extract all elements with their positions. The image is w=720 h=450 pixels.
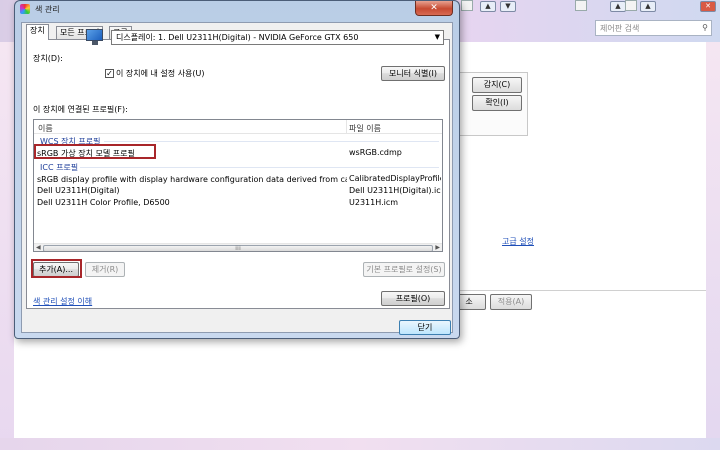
profile-list[interactable]: 이름 파일 이름 WCS 장치 프로필 sRGB 가상 장치 모델 프로필 ws… xyxy=(33,119,443,252)
list-item-file[interactable]: U2311H.icm xyxy=(349,198,441,207)
learn-color-settings-link[interactable]: 색 관리 설정 이해 xyxy=(33,296,92,307)
desktop-edge xyxy=(0,42,14,450)
list-item-file[interactable]: CalibratedDisplayProfile-3.icc xyxy=(349,174,441,183)
chevron-down-icon: ▼ xyxy=(434,33,440,41)
column-file[interactable]: 파일 이름 xyxy=(349,123,381,134)
desktop-edge xyxy=(0,438,720,450)
column-name[interactable]: 이름 xyxy=(38,123,53,134)
scroll-thumb[interactable]: ⁞⁞⁞ xyxy=(43,245,433,251)
checkbox-checked-icon[interactable]: ✓ xyxy=(105,69,114,78)
advanced-settings-link[interactable]: 고급 설정 xyxy=(502,236,534,247)
close-dialog-button[interactable]: ✕ xyxy=(415,1,453,16)
color-management-icon xyxy=(20,4,30,14)
dialog-title: 색 관리 xyxy=(35,5,60,14)
detect-button[interactable]: 감지(C) xyxy=(472,77,522,93)
group-header-icc: ICC 프로필 xyxy=(40,163,79,172)
search-input[interactable]: 제어판 검색 ⚲ xyxy=(595,20,712,36)
folder-icon[interactable] xyxy=(575,0,587,11)
divider xyxy=(458,290,706,291)
title-button[interactable]: ▲ xyxy=(480,1,496,12)
scroll-left-icon[interactable]: ◀ xyxy=(36,244,41,251)
color-management-dialog: 색 관리 ✕ 장치 모든 프로필 고급 장치(D): 디스플레이: 1. Del… xyxy=(14,0,460,339)
device-select[interactable]: 디스플레이: 1. Dell U2311H(Digital) - NVIDIA … xyxy=(111,30,444,45)
scroll-right-icon[interactable]: ▶ xyxy=(435,244,440,251)
use-settings-checkbox[interactable]: ✓ 이 장치에 내 설정 사용(U) xyxy=(105,68,205,79)
list-item-name[interactable]: sRGB display profile with display hardwa… xyxy=(37,174,347,185)
set-default-button[interactable]: 기본 프로필로 설정(S) xyxy=(363,262,445,277)
device-label: 장치(D): xyxy=(33,54,63,63)
apply-button[interactable]: 적용(A) xyxy=(490,294,532,310)
profiles-label: 이 장치에 연결된 프로필(F): xyxy=(33,105,128,114)
tab-devices[interactable]: 장치 xyxy=(26,24,49,40)
identify-monitors-button[interactable]: 모니터 식별(I) xyxy=(381,66,445,81)
star-icon[interactable] xyxy=(625,0,637,11)
close-window-button[interactable]: ✕ xyxy=(700,1,716,12)
highlight-box xyxy=(34,144,156,159)
highlight-box xyxy=(31,259,82,278)
profiles-button[interactable]: 프로필(O) xyxy=(381,291,445,306)
title-button[interactable]: ▲ xyxy=(610,1,626,12)
title-button[interactable]: ▲ xyxy=(640,1,656,12)
search-icon: ⚲ xyxy=(702,23,708,32)
list-item-file[interactable]: wsRGB.cdmp xyxy=(349,148,441,157)
desktop-edge xyxy=(706,42,720,450)
monitor-icon xyxy=(85,28,105,46)
list-item-name[interactable]: Dell U2311H Color Profile, D6500 xyxy=(37,198,170,207)
horizontal-scrollbar[interactable]: ◀ ⁞⁞⁞ ▶ xyxy=(34,243,442,251)
list-item-name[interactable]: Dell U2311H(Digital) xyxy=(37,186,120,195)
title-button[interactable]: ▼ xyxy=(500,1,516,12)
close-button[interactable]: 닫기 xyxy=(399,320,451,335)
list-header: 이름 파일 이름 xyxy=(34,120,442,134)
remove-profile-button[interactable]: 제거(R) xyxy=(85,262,125,277)
toolbar-icon[interactable] xyxy=(461,0,473,11)
list-item-file[interactable]: Dell U2311H(Digital).icm xyxy=(349,186,441,195)
use-settings-label: 이 장치에 내 설정 사용(U) xyxy=(116,69,205,78)
ok-button[interactable]: 확인(I) xyxy=(472,95,522,111)
